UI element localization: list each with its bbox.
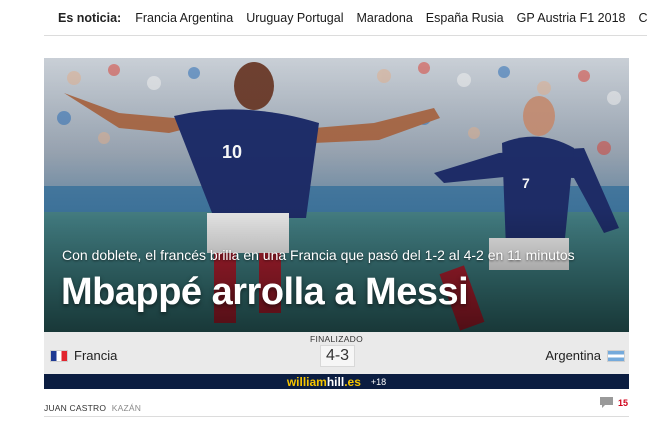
article-byline: JUAN CASTRO KAZÁN [44, 403, 141, 413]
away-team-name: Argentina [545, 348, 601, 363]
article-subtitle: Con doblete, el francés brilla en una Fr… [62, 247, 575, 263]
away-team: Argentina [545, 348, 625, 363]
trending-link-gp-austria[interactable]: GP Austria F1 2018 [517, 11, 626, 25]
dateline-city: KAZÁN [111, 403, 142, 413]
trending-link-uruguay-portugal[interactable]: Uruguay Portugal [246, 11, 343, 25]
match-status: FINALIZADO [309, 334, 364, 344]
sponsor-banner[interactable]: williamhill.es +18 [44, 374, 629, 389]
scoreboard[interactable]: FINALIZADO Francia 4-3 Argentina [44, 332, 629, 374]
author-name[interactable]: JUAN CASTRO [44, 403, 106, 413]
trending-link-maradona[interactable]: Maradona [356, 11, 412, 25]
trending-label: Es noticia: [58, 10, 122, 25]
home-team: Francia [50, 348, 117, 363]
comment-count: 15 [618, 397, 629, 408]
trending-link-cuadro[interactable]: Cuadro fi [638, 11, 647, 25]
article-headline[interactable]: Mbappé arrolla a Messi [61, 271, 469, 314]
france-flag-icon [50, 349, 68, 362]
sponsor-logo: williamhill.es [286, 374, 361, 389]
trending-bar: Es noticia: Francia Argentina Uruguay Po… [44, 0, 647, 36]
argentina-flag-icon [607, 349, 625, 362]
home-team-name: Francia [74, 348, 118, 363]
trending-link-espana-rusia[interactable]: España Rusia [426, 11, 504, 25]
match-score: 4-3 [320, 345, 355, 367]
age-restriction-badge: +18 [370, 376, 387, 387]
divider [44, 416, 629, 417]
comments-link[interactable]: 15 [600, 397, 628, 408]
comment-icon [600, 397, 613, 408]
trending-link-francia-argentina[interactable]: Francia Argentina [135, 11, 233, 25]
hero-article[interactable]: 10 7 Con doblete, el francés brilla en u… [44, 58, 629, 332]
